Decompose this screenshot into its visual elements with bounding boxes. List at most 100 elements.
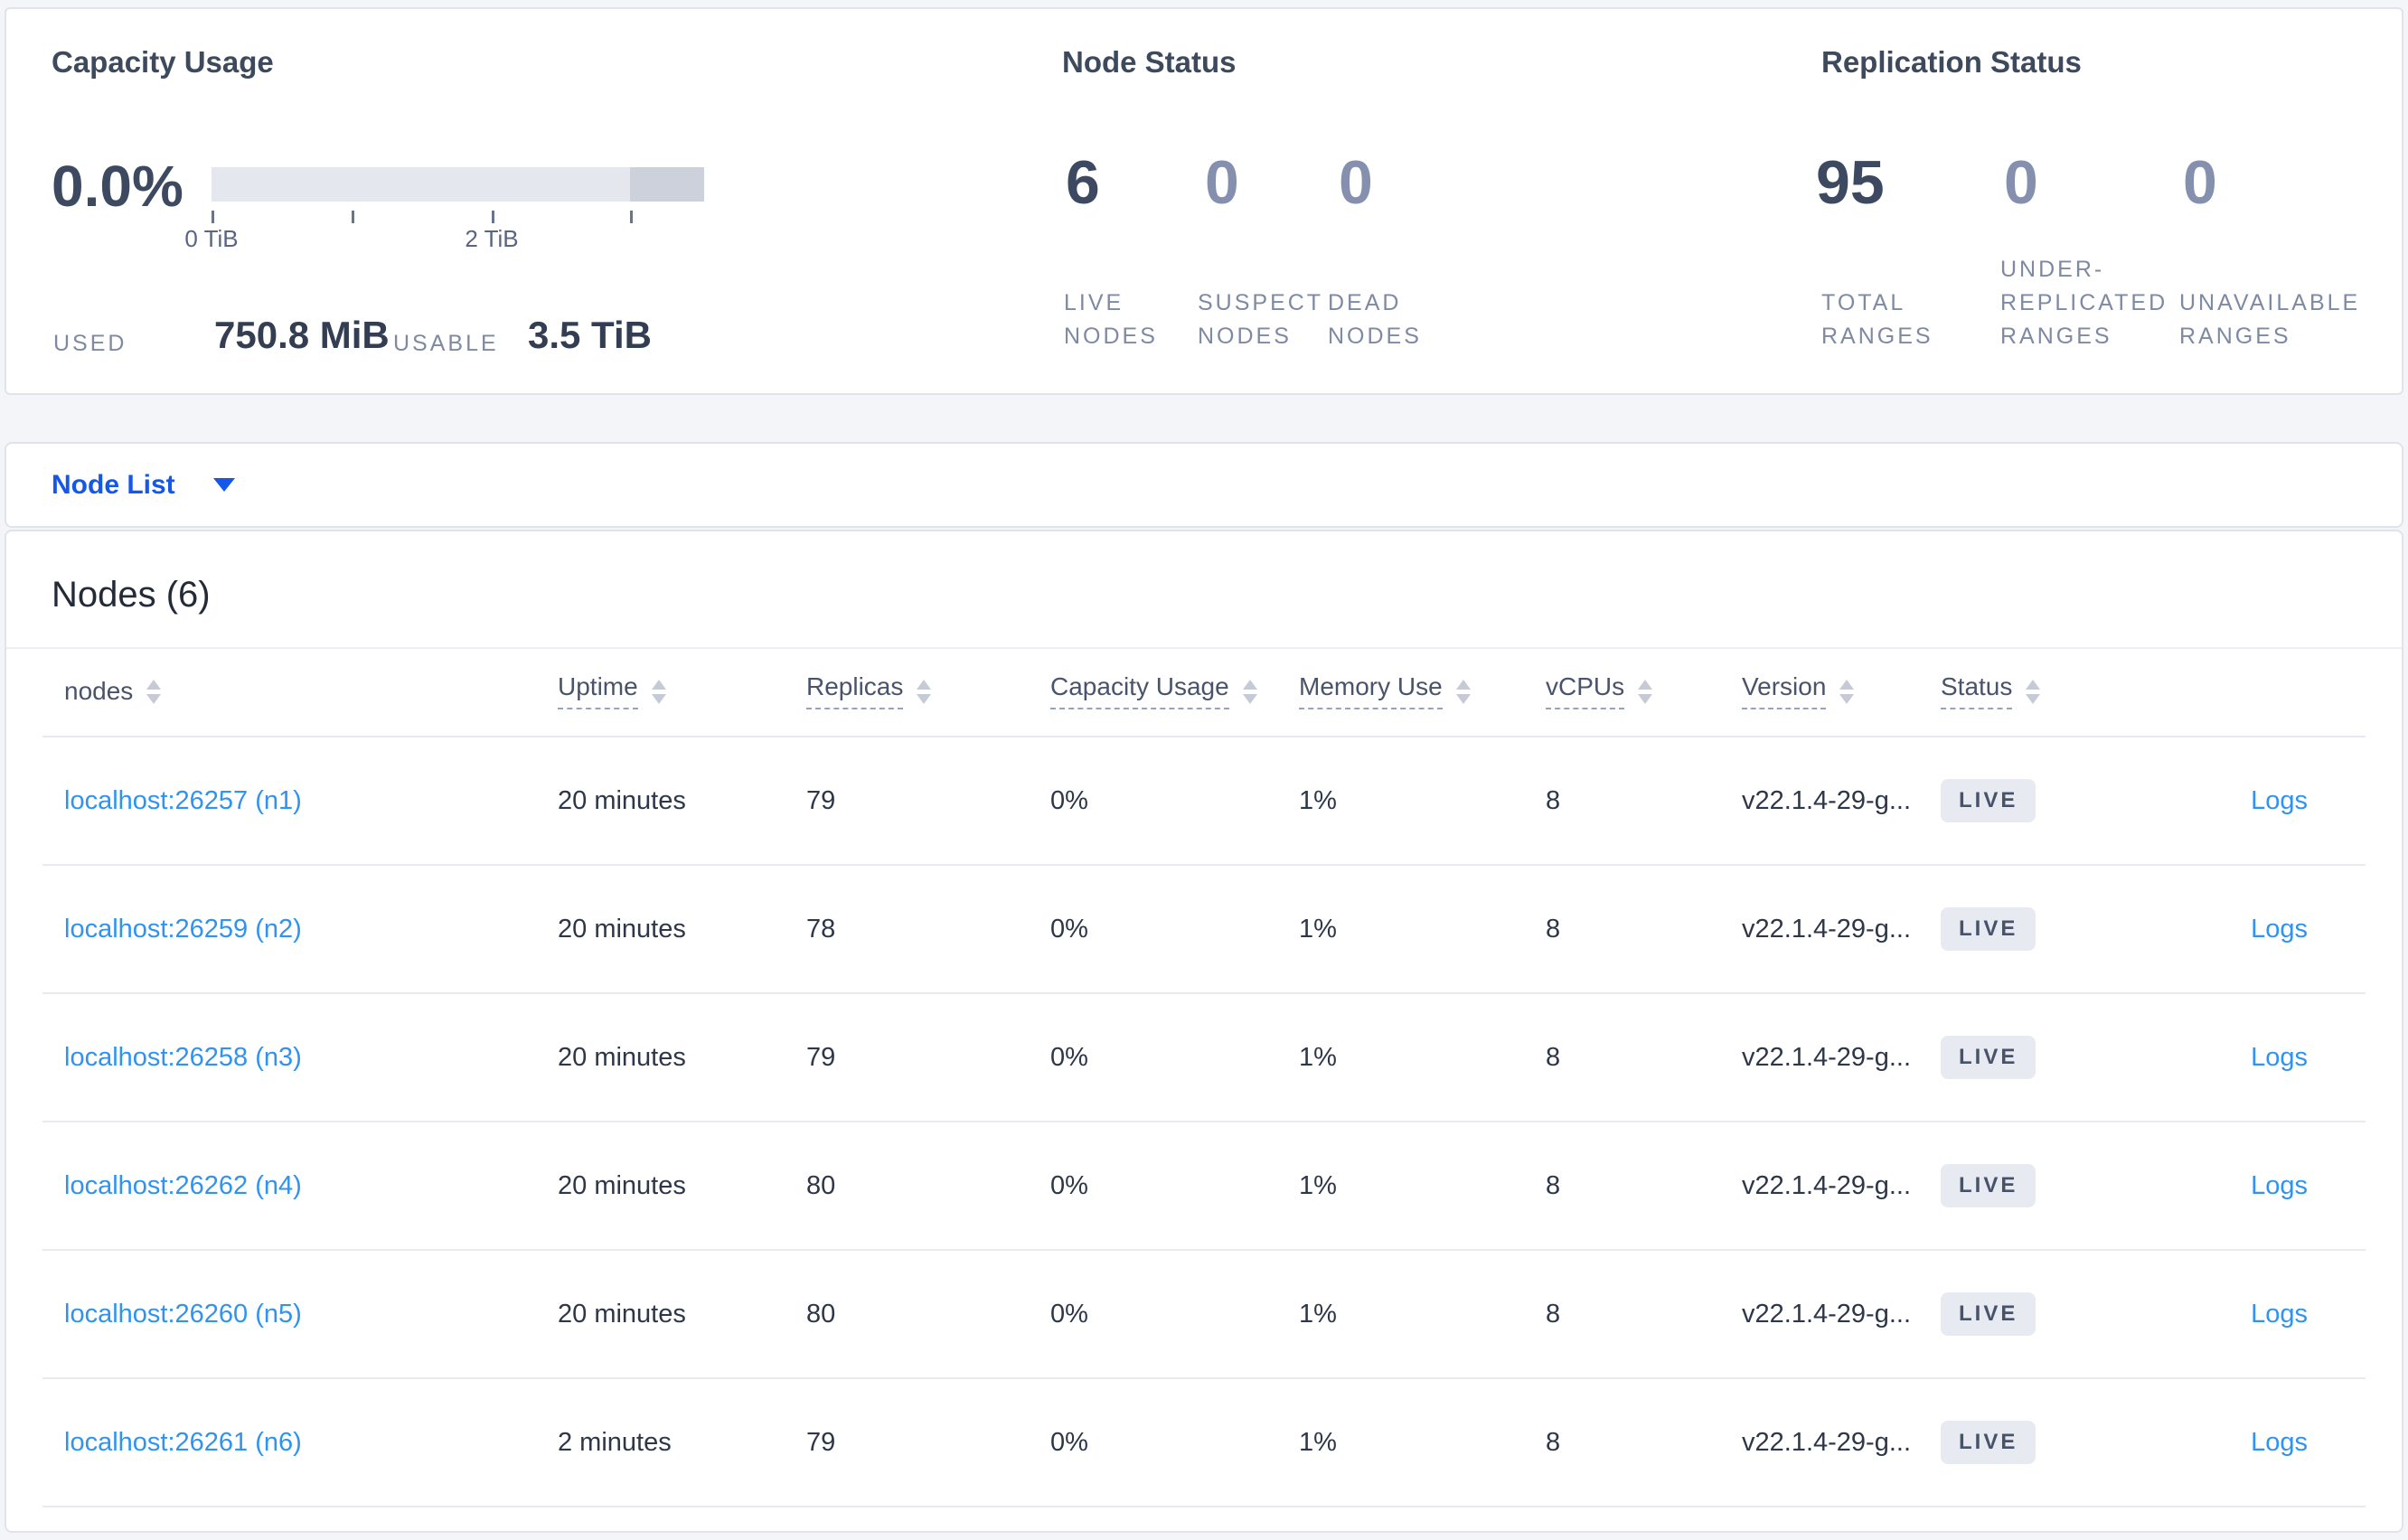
logs-link[interactable]: Logs: [2251, 1171, 2308, 1201]
node-list-dropdown-label: Node List: [52, 469, 175, 500]
sort-icon: [1638, 679, 1653, 704]
sort-icon: [1839, 679, 1855, 704]
axis-tick: [352, 211, 354, 223]
under-replicated-ranges-count: 0: [2004, 148, 2038, 217]
node-link[interactable]: localhost:26257 (n1): [64, 786, 302, 816]
vcpus-cell: 8: [1546, 785, 1561, 815]
table-row: localhost:26262 (n4) 20 minutes 80 0% 1%…: [42, 1122, 2366, 1251]
capacity-cell: 0%: [1050, 914, 1088, 944]
live-nodes-count: 6: [1066, 148, 1100, 217]
capacity-used-percent: 0.0%: [52, 154, 183, 219]
vcpus-cell: 8: [1546, 1427, 1561, 1457]
capacity-cell: 0%: [1050, 1299, 1088, 1329]
version-cell: v22.1.4-29-g...: [1742, 785, 1911, 815]
sort-icon: [2026, 679, 2041, 704]
replicas-cell: 80: [806, 1299, 836, 1329]
uptime-cell: 20 minutes: [558, 1170, 686, 1200]
table-header-row: nodes Uptime Replicas Capacity Usage Mem…: [42, 647, 2366, 737]
used-value: 750.8 MiB: [214, 314, 390, 356]
column-header-logs: [2149, 647, 2366, 736]
table-row: localhost:26257 (n1) 20 minutes 79 0% 1%…: [42, 737, 2366, 866]
column-header-nodes[interactable]: nodes: [42, 647, 558, 736]
node-link[interactable]: localhost:26258 (n3): [64, 1043, 302, 1073]
logs-link[interactable]: Logs: [2251, 915, 2308, 944]
replicas-cell: 78: [806, 914, 836, 944]
nodes-section-title: Nodes (6): [52, 575, 211, 615]
node-link[interactable]: localhost:26262 (n4): [64, 1171, 302, 1201]
table-row: localhost:26260 (n5) 20 minutes 80 0% 1%…: [42, 1251, 2366, 1379]
uptime-cell: 20 minutes: [558, 914, 686, 944]
unavailable-ranges-count: 0: [2183, 148, 2217, 217]
capacity-cell: 0%: [1050, 785, 1088, 815]
vcpus-cell: 8: [1546, 1299, 1561, 1329]
usable-label: USABLE: [393, 331, 499, 356]
memory-cell: 1%: [1299, 1299, 1337, 1329]
node-status-title: Node Status: [1062, 45, 1237, 79]
version-cell: v22.1.4-29-g...: [1742, 1170, 1911, 1200]
node-link[interactable]: localhost:26261 (n6): [64, 1428, 302, 1458]
usable-value: 3.5 TiB: [528, 314, 652, 356]
status-badge: LIVE: [1941, 1292, 2036, 1336]
live-nodes-label: LIVE NODES: [1064, 290, 1158, 349]
node-link[interactable]: localhost:26260 (n5): [64, 1300, 302, 1329]
chevron-down-icon: [212, 478, 235, 492]
capacity-cell: 0%: [1050, 1427, 1088, 1457]
logs-link[interactable]: Logs: [2251, 1300, 2308, 1329]
column-header-memory-use[interactable]: Memory Use: [1299, 647, 1546, 736]
sort-icon: [1242, 679, 1257, 704]
memory-cell: 1%: [1299, 785, 1337, 815]
cluster-summary-panel: Capacity Usage 0.0% 0 TiB 2 TiB USED 750…: [5, 7, 2403, 395]
suspect-nodes-count: 0: [1205, 148, 1239, 217]
capacity-usage-title: Capacity Usage: [52, 45, 274, 79]
column-header-vcpus[interactable]: vCPUs: [1546, 647, 1742, 736]
memory-cell: 1%: [1299, 1170, 1337, 1200]
status-badge: LIVE: [1941, 1164, 2036, 1207]
axis-tick-label: 2 TiB: [465, 225, 519, 252]
logs-link[interactable]: Logs: [2251, 1428, 2308, 1458]
column-header-version[interactable]: Version: [1742, 647, 1941, 736]
uptime-cell: 2 minutes: [558, 1427, 672, 1457]
total-ranges-label: TOTAL RANGES: [1821, 290, 1933, 349]
node-list-dropdown[interactable]: Node List: [52, 444, 235, 526]
replicas-cell: 79: [806, 785, 836, 815]
version-cell: v22.1.4-29-g...: [1742, 1299, 1911, 1329]
uptime-cell: 20 minutes: [558, 785, 686, 815]
memory-cell: 1%: [1299, 1427, 1337, 1457]
column-header-replicas[interactable]: Replicas: [806, 647, 1050, 736]
replication-status-title: Replication Status: [1821, 45, 2082, 79]
uptime-cell: 20 minutes: [558, 1042, 686, 1072]
sort-icon: [917, 679, 932, 704]
table-row: localhost:26259 (n2) 20 minutes 78 0% 1%…: [42, 866, 2366, 994]
dead-nodes-label: DEAD NODES: [1328, 290, 1422, 349]
under-replicated-ranges-label: UNDER- REPLICATED RANGES: [2000, 257, 2168, 349]
logs-link[interactable]: Logs: [2251, 786, 2308, 816]
column-header-status[interactable]: Status: [1941, 647, 2149, 736]
node-link[interactable]: localhost:26259 (n2): [64, 915, 302, 944]
uptime-cell: 20 minutes: [558, 1299, 686, 1329]
table-row: localhost:26261 (n6) 2 minutes 79 0% 1% …: [42, 1379, 2366, 1507]
nodes-table: nodes Uptime Replicas Capacity Usage Mem…: [42, 647, 2366, 1507]
version-cell: v22.1.4-29-g...: [1742, 914, 1911, 944]
status-badge: LIVE: [1941, 1036, 2036, 1079]
column-header-capacity-usage[interactable]: Capacity Usage: [1050, 647, 1299, 736]
column-header-uptime[interactable]: Uptime: [558, 647, 806, 736]
dead-nodes-count: 0: [1339, 148, 1373, 217]
capacity-usage-bar: 0 TiB 2 TiB: [184, 167, 704, 250]
version-cell: v22.1.4-29-g...: [1742, 1042, 1911, 1072]
sort-icon: [146, 679, 162, 704]
sort-icon: [651, 679, 666, 704]
capacity-cell: 0%: [1050, 1170, 1088, 1200]
table-row: localhost:26258 (n3) 20 minutes 79 0% 1%…: [42, 994, 2366, 1122]
node-list-bar: Node List: [5, 442, 2403, 528]
version-cell: v22.1.4-29-g...: [1742, 1427, 1911, 1457]
capacity-bar-dark-segment: [630, 167, 704, 202]
logs-link[interactable]: Logs: [2251, 1043, 2308, 1073]
unavailable-ranges-label: UNAVAILABLE RANGES: [2179, 290, 2361, 349]
replicas-cell: 79: [806, 1427, 836, 1457]
status-badge: LIVE: [1941, 779, 2036, 822]
axis-tick: [212, 211, 214, 223]
nodes-table-panel: Nodes (6) nodes Uptime Replicas Capacity…: [5, 530, 2403, 1533]
vcpus-cell: 8: [1546, 1170, 1561, 1200]
memory-cell: 1%: [1299, 1042, 1337, 1072]
replicas-cell: 80: [806, 1170, 836, 1200]
